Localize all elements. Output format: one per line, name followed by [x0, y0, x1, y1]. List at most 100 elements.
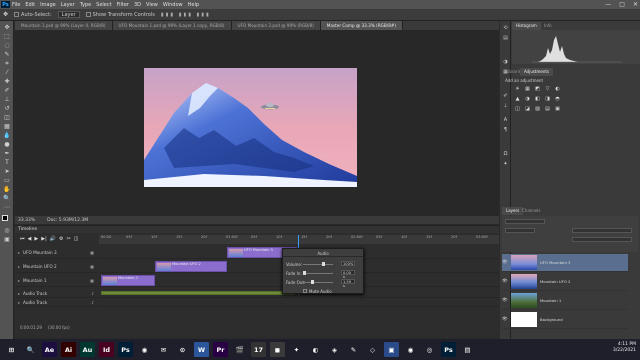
audio-track-2[interactable]: ▸ Audio Track ♪ — [15, 298, 97, 307]
tab-mountain-1[interactable]: Mountain 1.psd @ 99% (Layer 0, RGB/8) — [15, 21, 113, 30]
show-transform-checkbox[interactable]: Show Transform Controls — [85, 11, 155, 18]
menu-filter[interactable]: Filter — [117, 2, 129, 8]
hue-saturation-icon[interactable]: ▲ — [514, 96, 521, 103]
auto-select-dropdown[interactable]: Layer — [57, 11, 80, 18]
auto-select-checkbox[interactable]: Auto-Select: — [14, 11, 52, 18]
maximize-button[interactable]: □ — [619, 1, 625, 8]
menu-help[interactable]: Help — [188, 2, 199, 8]
clone-source-icon[interactable]: ⊥ — [502, 103, 509, 110]
layer-ufo-mountain-3[interactable]: 👁 UFO Mountain 3 — [502, 254, 628, 272]
taskbar-app-icon[interactable]: Ai — [61, 342, 76, 357]
time-ruler[interactable]: 00:00 05f 10f 15f 20f 01:00f 05f 10f 15f… — [99, 235, 499, 244]
layer-mountain-ufo-2[interactable]: 👁 Mountain UFO 2 — [502, 273, 628, 291]
taskbar-app-icon[interactable]: ▣ — [384, 342, 399, 357]
tab-channels[interactable]: Channels — [518, 207, 545, 215]
taskbar-app-icon[interactable]: 🔍 — [23, 342, 38, 357]
menu-type[interactable]: Type — [80, 2, 91, 8]
transition-icon[interactable]: ◫ — [74, 236, 79, 242]
brush-tool-icon[interactable]: ✐ — [3, 87, 11, 94]
color-icon[interactable]: ◑ — [502, 59, 509, 66]
glyphs-icon[interactable]: Ω — [502, 151, 509, 158]
taskbar-app-icon[interactable]: Ps — [441, 342, 456, 357]
next-frame-icon[interactable]: ▶| — [41, 236, 47, 242]
lasso-tool-icon[interactable]: ◌ — [3, 42, 11, 49]
quick-select-tool-icon[interactable]: ✎ — [3, 51, 11, 58]
volume-slider[interactable] — [303, 262, 333, 266]
curves-icon[interactable]: ◩ — [534, 86, 541, 93]
taskbar-app-icon[interactable]: ◇ — [365, 342, 380, 357]
channel-mixer-icon[interactable]: ◓ — [554, 96, 561, 103]
taskbar-app-icon[interactable]: Ps — [118, 342, 133, 357]
expand-arrow-icon[interactable]: ▸ — [18, 278, 20, 283]
track-ufo-mountain-3[interactable]: ▸ UFO Mountain 3 ▦ — [15, 247, 97, 259]
menu-file[interactable]: File — [12, 2, 20, 8]
fade-out-value[interactable]: 1.59 s — [341, 279, 355, 288]
opacity-field[interactable] — [572, 228, 632, 233]
clip-mountain-1[interactable]: Mountain 1 — [101, 275, 155, 286]
menu-layer[interactable]: Layer — [61, 2, 75, 8]
fade-in-slider[interactable] — [303, 271, 333, 275]
layer-mountain-1[interactable]: 👁 Mountain 1 — [502, 292, 628, 310]
blend-mode-dropdown[interactable] — [505, 228, 535, 233]
vibrance-icon[interactable]: ◐ — [554, 86, 561, 93]
menu-edit[interactable]: Edit — [25, 2, 35, 8]
volume-value[interactable]: 100% — [341, 261, 355, 266]
exposure-icon[interactable]: ▽ — [544, 86, 551, 93]
posterize-icon[interactable]: ◪ — [524, 106, 531, 113]
color-balance-icon[interactable]: ◑ — [524, 96, 531, 103]
mute-row[interactable]: Mute Audio — [303, 288, 332, 294]
split-icon[interactable]: ✂ — [66, 236, 70, 242]
brush-panel-icon[interactable]: ✐ — [502, 93, 509, 100]
history-icon[interactable]: ⟲ — [502, 25, 509, 32]
taskbar-app-icon[interactable]: ✎ — [346, 342, 361, 357]
speaker-icon[interactable]: ♪ — [91, 300, 94, 305]
taskbar-app-icon[interactable]: ◎ — [422, 342, 437, 357]
film-icon[interactable]: ▦ — [90, 250, 94, 255]
menu-image[interactable]: Image — [40, 2, 56, 8]
paragraph-icon[interactable]: ¶ — [502, 127, 509, 134]
prev-frame-icon[interactable]: ◀ — [28, 236, 32, 242]
taskbar-app-icon[interactable]: ⊙ — [175, 342, 190, 357]
character-icon[interactable]: A — [502, 117, 509, 124]
taskbar-app-icon[interactable]: 17 — [251, 342, 266, 357]
taskbar-app-icon[interactable]: ◼ — [270, 342, 285, 357]
threshold-icon[interactable]: ▨ — [534, 106, 541, 113]
crop-tool-icon[interactable]: ⌗ — [3, 60, 11, 67]
align-icons[interactable]: ▮▮▮ ▮▮▮ ▮▮▮ — [161, 12, 211, 18]
marquee-tool-icon[interactable]: ⬚ — [3, 33, 11, 40]
menu-select[interactable]: Select — [96, 2, 111, 8]
zoom-level[interactable]: 33.33% — [18, 218, 35, 223]
brightness-icon[interactable]: ☀ — [514, 86, 521, 93]
menu-view[interactable]: View — [146, 2, 158, 8]
screen-mode-icon[interactable]: ▣ — [3, 236, 11, 243]
history-brush-icon[interactable]: ↺ — [3, 105, 11, 112]
quick-mask-icon[interactable]: ◎ — [3, 227, 11, 234]
zoom-tool-icon[interactable]: 🔍 — [3, 195, 11, 202]
mute-checkbox[interactable] — [303, 289, 307, 293]
taskbar-app-icon[interactable]: ◉ — [403, 342, 418, 357]
expand-arrow-icon[interactable]: ▸ — [18, 264, 20, 269]
speaker-icon[interactable]: ♪ — [91, 291, 94, 296]
levels-icon[interactable]: ▦ — [524, 86, 531, 93]
expand-arrow-icon[interactable]: ▸ — [18, 250, 20, 255]
taskbar-app-icon[interactable]: ✉ — [156, 342, 171, 357]
audio-track-1[interactable]: ▸ Audio Track ♪ — [15, 289, 97, 298]
taskbar-app-icon[interactable]: Ae — [42, 342, 57, 357]
fade-in-knob[interactable] — [303, 271, 306, 275]
dodge-tool-icon[interactable]: ● — [3, 141, 11, 148]
properties-icon[interactable]: ▤ — [502, 35, 509, 42]
tab-ufo-mountain-2[interactable]: UFO Mountain 2.psd @ 99% (RGB/8) — [231, 21, 321, 30]
tab-histogram[interactable]: Histogram — [512, 22, 541, 30]
layer-background[interactable]: 👁 Background — [502, 311, 628, 329]
tab-info[interactable]: Info — [540, 22, 556, 30]
fade-out-slider[interactable] — [303, 280, 333, 284]
eraser-tool-icon[interactable]: ◫ — [3, 114, 11, 121]
fade-in-value[interactable]: 0.00 s — [341, 270, 355, 279]
audio-toggle-icon[interactable]: 🔊 — [50, 236, 56, 242]
foreground-color-swatch[interactable] — [2, 215, 8, 221]
expand-arrow-icon[interactable]: ▸ — [18, 300, 20, 305]
selective-color-icon[interactable]: ▣ — [554, 106, 561, 113]
tab-master-comp[interactable]: Master Comp @ 33.3% (RGB/8#) — [320, 21, 404, 30]
tab-ufo-mountain-1[interactable]: UFO Mountain 1.psd @ 99% (Layer 1 copy, … — [112, 21, 232, 30]
hand-tool-icon[interactable]: ✋ — [3, 186, 11, 193]
